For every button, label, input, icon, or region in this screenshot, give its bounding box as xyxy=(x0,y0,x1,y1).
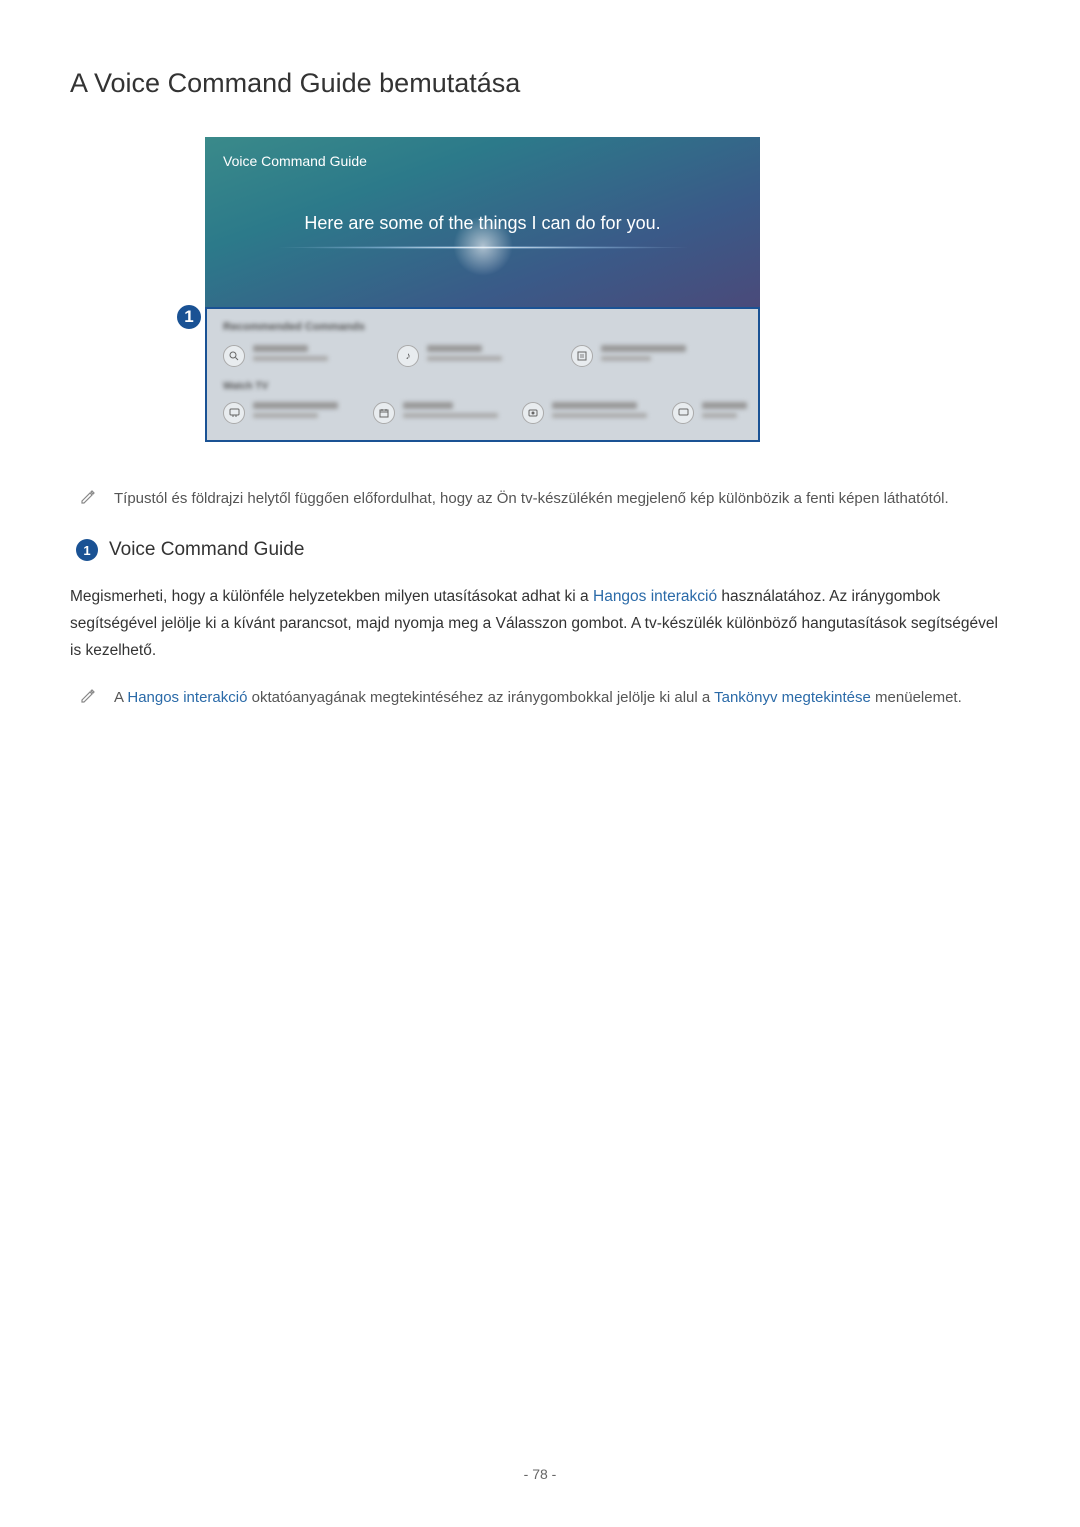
command-row: ♪ xyxy=(223,345,742,367)
command-item xyxy=(522,402,648,424)
command-item xyxy=(223,402,349,424)
page-title: A Voice Command Guide bemutatása xyxy=(70,68,1010,99)
note-text: Típustól és földrajzi helytől függően el… xyxy=(114,487,949,511)
section-badge-1: 1 xyxy=(76,539,98,561)
page-number: - 78 - xyxy=(524,1466,557,1482)
section-title: Voice Command Guide xyxy=(109,539,304,561)
tv-icon xyxy=(223,402,245,424)
recommended-commands-label: Recommended Commands xyxy=(223,321,742,333)
screenshot-header: Voice Command Guide Here are some of the… xyxy=(205,137,760,307)
commands-panel: Recommended Commands ♪ xyxy=(205,307,760,442)
marker-badge-1: 1 xyxy=(175,303,203,331)
command-item xyxy=(373,402,499,424)
link-tankonyv: Tankönyv megtekintése xyxy=(714,689,871,706)
note-row: Típustól és földrajzi helytől függően el… xyxy=(70,487,1010,511)
body-text-a: Megismerheti, hogy a különféle helyzetek… xyxy=(70,588,593,605)
note-row: A Hangos interakció oktatóanyagának megt… xyxy=(70,686,1010,710)
screenshot-illustration: Voice Command Guide Here are some of the… xyxy=(205,137,760,442)
note-text: A Hangos interakció oktatóanyagának megt… xyxy=(114,686,962,710)
command-item xyxy=(223,345,373,367)
link-hangos-interakcio-2: Hangos interakció xyxy=(127,689,247,706)
watch-tv-label: Watch TV xyxy=(223,381,742,392)
note2-b: oktatóanyagának megtekintéséhez az irány… xyxy=(247,689,714,706)
command-item xyxy=(672,402,742,424)
command-item: ♪ xyxy=(397,345,547,367)
record-icon xyxy=(522,402,544,424)
link-hangos-interakcio: Hangos interakció xyxy=(593,588,717,605)
guide-title: Voice Command Guide xyxy=(205,137,760,185)
light-glow xyxy=(453,216,513,276)
timeshift-icon xyxy=(672,402,694,424)
calendar-icon xyxy=(373,402,395,424)
note2-a: A xyxy=(114,689,127,706)
pencil-icon xyxy=(80,489,96,505)
info-icon xyxy=(571,345,593,367)
command-item xyxy=(571,345,721,367)
search-icon xyxy=(223,345,245,367)
subsection-header: 1 Voice Command Guide xyxy=(70,539,1010,561)
music-icon: ♪ xyxy=(397,345,419,367)
command-row xyxy=(223,402,742,424)
body-paragraph: Megismerheti, hogy a különféle helyzetek… xyxy=(70,583,1010,664)
note2-c: menüelemet. xyxy=(871,689,962,706)
pencil-icon xyxy=(80,688,96,704)
